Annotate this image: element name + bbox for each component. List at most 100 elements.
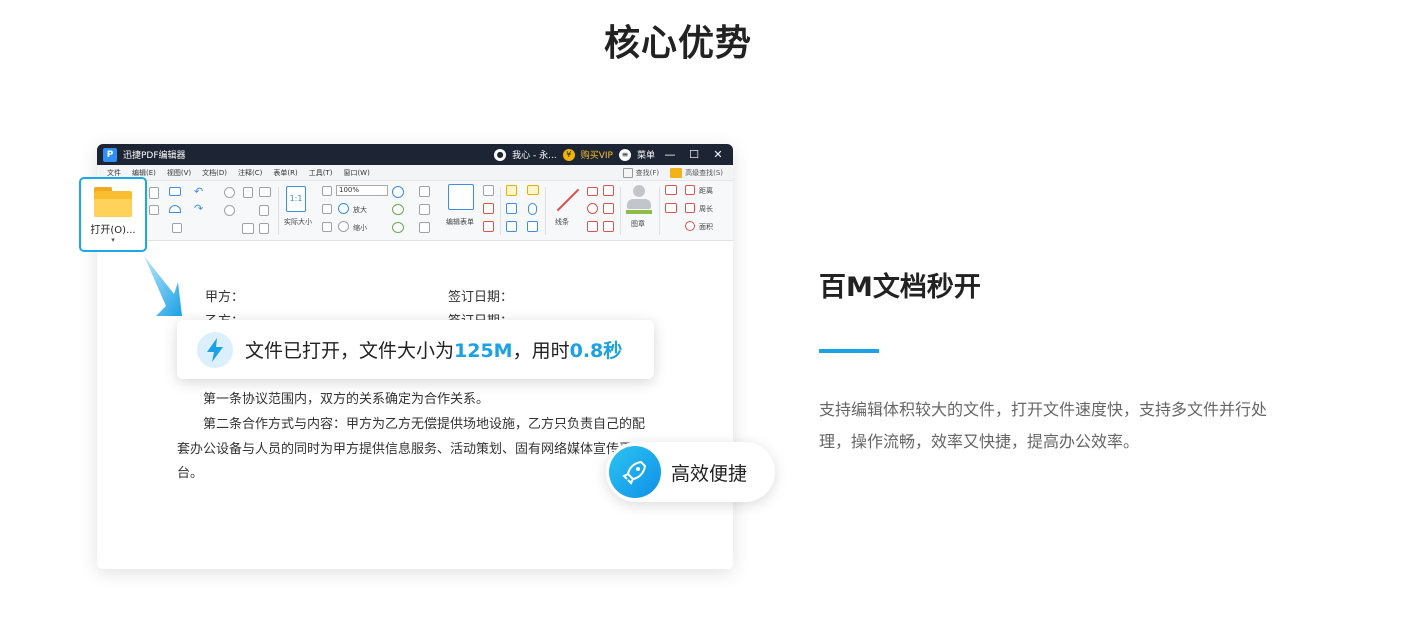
line-tool-label[interactable]: 线条 [555, 217, 569, 227]
section-title: 核心优势 [603, 23, 752, 64]
area-icon[interactable] [685, 221, 695, 231]
menu-item-view[interactable]: 视图(V) [167, 168, 191, 178]
print-icon[interactable] [149, 205, 159, 215]
rocket-icon [609, 446, 661, 498]
clause-2-line-1: 第二条合作方式与内容：甲方为乙方无偿提供场地设施，乙方只负责自己的配 [203, 417, 646, 432]
maximize-icon[interactable]: ☐ [685, 148, 703, 161]
mail-icon[interactable] [169, 187, 181, 196]
eraser-icon[interactable] [665, 203, 677, 213]
menu-item-form[interactable]: 表单(R) [273, 168, 297, 178]
menu-icon[interactable]: ≡ [618, 148, 631, 161]
camera-icon[interactable] [259, 187, 271, 197]
form-select-icon[interactable] [483, 221, 494, 232]
advanced-find-button[interactable]: 高级查找(S) [670, 167, 723, 178]
undo-icon[interactable]: ↶ [194, 185, 203, 198]
rotate-right-icon[interactable] [392, 222, 404, 233]
efficiency-badge: 高效便捷 [606, 442, 775, 502]
distance-label[interactable]: 距离 [699, 186, 713, 196]
cloud-icon[interactable] [169, 205, 181, 213]
menu-item-tools[interactable]: 工具(T) [309, 168, 333, 178]
menu-item-file[interactable]: 文件 [107, 168, 121, 178]
fit-visible-icon[interactable] [322, 222, 332, 232]
clause-1: 第一条协议范围内，双方的关系确定为合作关系。 [203, 392, 490, 407]
magnifier-icon[interactable] [392, 186, 404, 198]
perimeter-label[interactable]: 周长 [699, 204, 713, 214]
app-window-title: 迅捷PDF编辑器 [123, 151, 186, 161]
actual-size-icon[interactable]: 1:1 [286, 186, 306, 212]
text-select-icon[interactable] [259, 223, 269, 234]
page-text-icon[interactable] [419, 204, 430, 215]
toast-text-1: 文件已打开，文件大小为 [245, 340, 455, 362]
line-tool-icon[interactable] [556, 188, 580, 212]
attach-icon[interactable] [528, 203, 537, 215]
menu-label[interactable]: 菜单 [637, 148, 655, 161]
feature-description: 支持编辑体积较大的文件，打开文件速度快，支持多文件并行处理，操作流畅，效率又快捷… [819, 400, 1268, 451]
form-box-icon[interactable] [483, 203, 494, 214]
form-field-icon[interactable] [483, 185, 494, 196]
page-tool-icon[interactable] [419, 186, 430, 197]
zoom-in-label[interactable]: 放大 [353, 205, 367, 215]
distance-icon[interactable] [685, 185, 695, 195]
note-icon[interactable] [527, 185, 539, 195]
select-icon[interactable] [242, 223, 254, 234]
cloud-tool-icon[interactable] [603, 221, 614, 232]
hand-icon[interactable] [243, 187, 253, 198]
open-time-value: 0.8秒 [569, 340, 623, 362]
edit-form-icon[interactable] [448, 184, 474, 210]
fit-page-icon[interactable] [322, 186, 332, 196]
rotate-left-icon[interactable] [392, 204, 404, 215]
zoom-out-label[interactable]: 缩小 [353, 223, 367, 233]
eraser-tool-icon[interactable] [603, 185, 614, 196]
open-file-button[interactable]: 打开(O)... ▾ [79, 177, 147, 252]
minimize-icon[interactable]: — [661, 148, 679, 161]
perimeter-icon[interactable] [685, 203, 695, 213]
arrow-tool-icon[interactable] [587, 187, 598, 196]
clause-2-line-2: 套办公设备与人员的同时为甲方提供信息服务、活动策划、固有网络媒体宣传平 [177, 442, 633, 457]
stamp-label[interactable]: 图章 [631, 219, 645, 229]
polygon-tool-icon[interactable] [603, 203, 614, 214]
typewriter-icon[interactable] [506, 221, 517, 232]
area-label[interactable]: 面积 [699, 222, 713, 232]
toast-text-2: ，用时 [512, 340, 570, 362]
edit-form-label[interactable]: 编辑表单 [446, 217, 474, 227]
pencil-icon[interactable] [665, 185, 677, 195]
feature-title: 百M文档秒开 [819, 272, 981, 303]
new-page-icon[interactable] [172, 223, 182, 233]
find-button[interactable]: 查找(F) [622, 167, 659, 178]
document-page: 甲方： 签订日期： 乙方： 签订日期： 第一条协议范围内，双方的关系确定为合作关… [97, 241, 733, 569]
rectangle-tool-icon[interactable] [587, 221, 598, 232]
copy-icon[interactable] [259, 205, 269, 216]
save-icon[interactable] [149, 187, 159, 199]
pointer-arrow-icon [144, 256, 182, 316]
close-icon[interactable]: ✕ [709, 148, 727, 161]
forward-icon[interactable] [224, 205, 235, 216]
buy-vip-link[interactable]: 购买VIP [581, 148, 613, 161]
menu-item-document[interactable]: 文档(D) [202, 168, 227, 178]
fit-width-icon[interactable] [322, 204, 332, 214]
highlight-text-icon[interactable] [506, 185, 517, 196]
efficiency-badge-label: 高效便捷 [671, 462, 748, 485]
strikeout-icon[interactable] [506, 203, 517, 214]
zoom-in-icon[interactable] [338, 203, 349, 214]
actual-size-label[interactable]: 实际大小 [284, 217, 312, 227]
zoom-select[interactable]: 100% [336, 185, 388, 196]
back-icon[interactable] [224, 187, 235, 198]
user-label[interactable]: 我心 - 永... [512, 148, 557, 161]
advanced-find-icon [670, 167, 683, 178]
sound-icon[interactable] [527, 221, 538, 232]
feature-divider [819, 349, 879, 353]
vip-coin-icon[interactable]: ¥ [562, 148, 575, 161]
ellipse-tool-icon[interactable] [587, 203, 598, 214]
sign-date-label-1: 签订日期： [448, 290, 514, 305]
menu-item-window[interactable]: 窗口(W) [343, 168, 369, 178]
redo-icon[interactable]: ↷ [194, 202, 203, 215]
ribbon-toolbar: ↶ ↷ 1:1 实际大小 100% 放大 缩小 编辑表单 线条 图章 距离 周长… [97, 181, 733, 241]
chevron-down-icon[interactable]: ▾ [81, 236, 145, 244]
menu-item-comment[interactable]: 注释(C) [238, 168, 262, 178]
zoom-out-icon[interactable] [338, 221, 349, 232]
page-image-icon[interactable] [419, 222, 430, 233]
clause-2-line-3: 台。 [177, 466, 204, 481]
menu-item-edit[interactable]: 编辑(E) [132, 168, 156, 178]
stamp-icon[interactable] [626, 185, 652, 215]
user-icon[interactable]: ● [494, 148, 507, 161]
